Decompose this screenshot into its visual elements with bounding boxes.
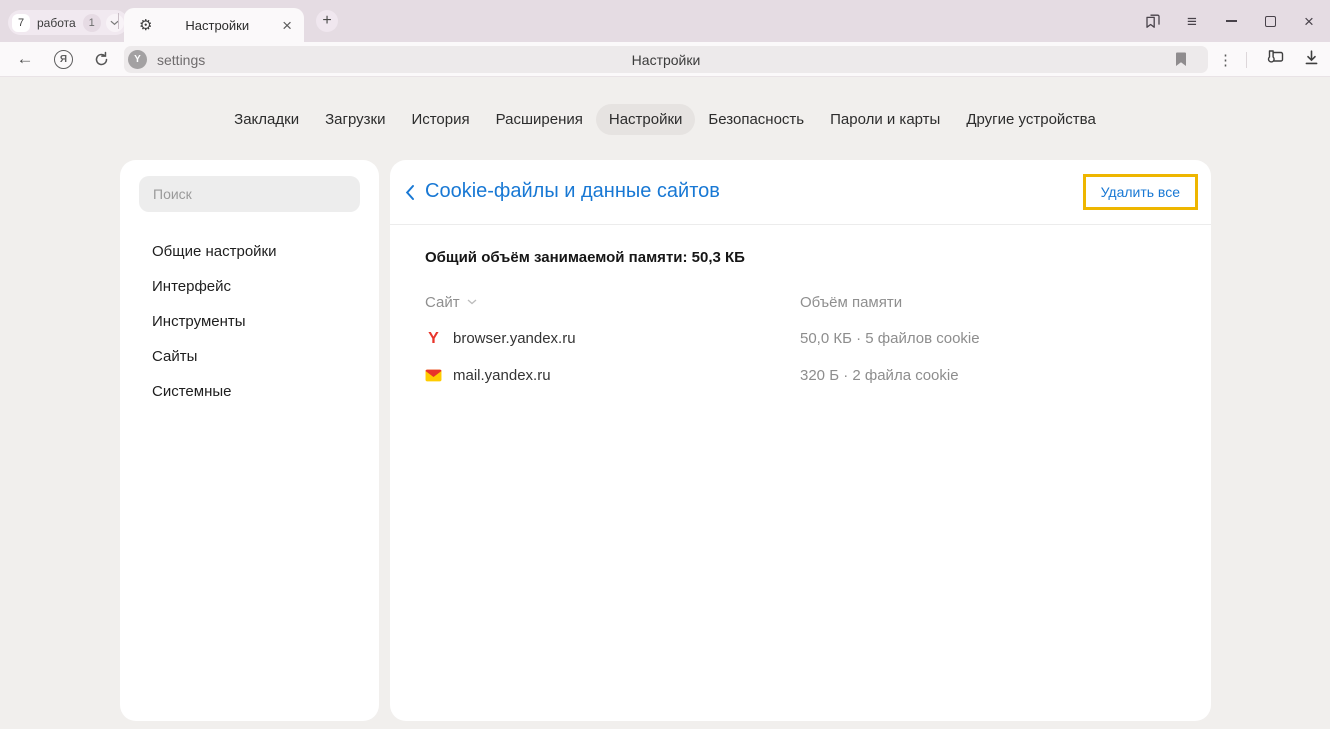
nav-tab-history[interactable]: История xyxy=(398,104,482,135)
site-domain: browser.yandex.ru xyxy=(453,330,576,347)
nav-tab-other-devices[interactable]: Другие устройства xyxy=(953,104,1108,135)
delete-all-highlight: Удалить все xyxy=(1083,174,1198,210)
sidebar-item-system[interactable]: Системные xyxy=(120,374,379,409)
sidebar-item-interface[interactable]: Интерфейс xyxy=(120,269,379,304)
back-chevron-icon[interactable] xyxy=(405,184,415,206)
settings-nav: Закладки Загрузки История Расширения Нас… xyxy=(0,104,1330,135)
extensions-icon[interactable] xyxy=(1265,48,1285,71)
sidebar-list: Общие настройки Интерфейс Инструменты Са… xyxy=(120,234,379,409)
sort-chevron-icon xyxy=(467,299,477,305)
divider xyxy=(118,13,119,29)
collections-icon[interactable] xyxy=(1144,12,1162,30)
tab-group-name: работа xyxy=(35,16,78,30)
sidebar-item-general[interactable]: Общие настройки xyxy=(120,234,379,269)
site-size: 50,0 КБ · 5 файлов cookie xyxy=(800,330,1176,347)
nav-tab-security[interactable]: Безопасность xyxy=(695,104,817,135)
total-memory-label: Общий объём занимаемой памяти: 50,3 КБ xyxy=(425,249,1176,266)
protect-icon[interactable]: Y xyxy=(128,50,147,69)
browser-tab-settings[interactable]: ⚙ Настройки × xyxy=(124,8,304,42)
table-header: Сайт Объём памяти xyxy=(425,292,1176,312)
menu-icon[interactable]: ≡ xyxy=(1183,12,1201,30)
nav-tab-extensions[interactable]: Расширения xyxy=(483,104,596,135)
bookmark-icon[interactable] xyxy=(1174,51,1188,72)
column-header-site[interactable]: Сайт xyxy=(425,294,800,311)
tab-group-badge: 1 xyxy=(83,14,101,32)
delete-all-button[interactable]: Удалить все xyxy=(1086,177,1195,207)
back-icon[interactable]: ← xyxy=(16,42,34,76)
tab-title: Настройки xyxy=(152,18,282,33)
settings-page: Закладки Загрузки История Расширения Нас… xyxy=(0,77,1330,729)
minimize-icon[interactable] xyxy=(1222,12,1240,30)
address-bar[interactable]: Y settings Настройки xyxy=(124,46,1208,73)
maximize-icon[interactable] xyxy=(1261,12,1279,30)
browser-toolbar: ← Я Y settings Настройки ⋮ xyxy=(0,42,1330,77)
downloads-icon[interactable] xyxy=(1303,49,1320,71)
gear-icon: ⚙ xyxy=(139,18,152,33)
yandex-mail-favicon xyxy=(425,367,442,384)
nav-tab-downloads[interactable]: Загрузки xyxy=(312,104,398,135)
settings-sidebar: Общие настройки Интерфейс Инструменты Са… xyxy=(120,160,379,721)
cookies-panel: Cookie-файлы и данные сайтов Удалить все… xyxy=(390,160,1211,721)
table-row[interactable]: Y browser.yandex.ru 50,0 КБ · 5 файлов c… xyxy=(425,328,1176,349)
page-title: Настройки xyxy=(124,52,1208,68)
yandex-logo-icon[interactable]: Я xyxy=(54,42,73,76)
nav-tab-passwords[interactable]: Пароли и карты xyxy=(817,104,953,135)
nav-tab-bookmarks[interactable]: Закладки xyxy=(221,104,312,135)
url-text: settings xyxy=(157,52,205,68)
yandex-browser-favicon: Y xyxy=(425,330,442,347)
tab-strip: 7 работа 1 ⚙ Настройки × + ≡ × xyxy=(0,0,1330,42)
site-size: 320 Б · 2 файла cookie xyxy=(800,367,1176,384)
tab-group-count: 7 xyxy=(12,14,30,32)
site-domain: mail.yandex.ru xyxy=(453,367,551,384)
tab-close-icon[interactable]: × xyxy=(282,17,292,34)
more-options-icon[interactable]: ⋮ xyxy=(1218,51,1228,69)
tab-group-pill[interactable]: 7 работа 1 xyxy=(8,10,128,35)
nav-tab-settings[interactable]: Настройки xyxy=(596,104,696,135)
divider xyxy=(1246,52,1247,68)
new-tab-button[interactable]: + xyxy=(316,10,338,32)
table-row[interactable]: mail.yandex.ru 320 Б · 2 файла cookie xyxy=(425,365,1176,386)
panel-title: Cookie-файлы и данные сайтов xyxy=(425,180,720,203)
column-header-size: Объём памяти xyxy=(800,294,1176,311)
sidebar-item-tools[interactable]: Инструменты xyxy=(120,304,379,339)
search-input[interactable] xyxy=(139,176,360,212)
refresh-icon[interactable] xyxy=(92,42,110,76)
window-close-icon[interactable]: × xyxy=(1300,12,1318,30)
sidebar-item-sites[interactable]: Сайты xyxy=(120,339,379,374)
chevron-down-icon[interactable] xyxy=(106,14,124,32)
